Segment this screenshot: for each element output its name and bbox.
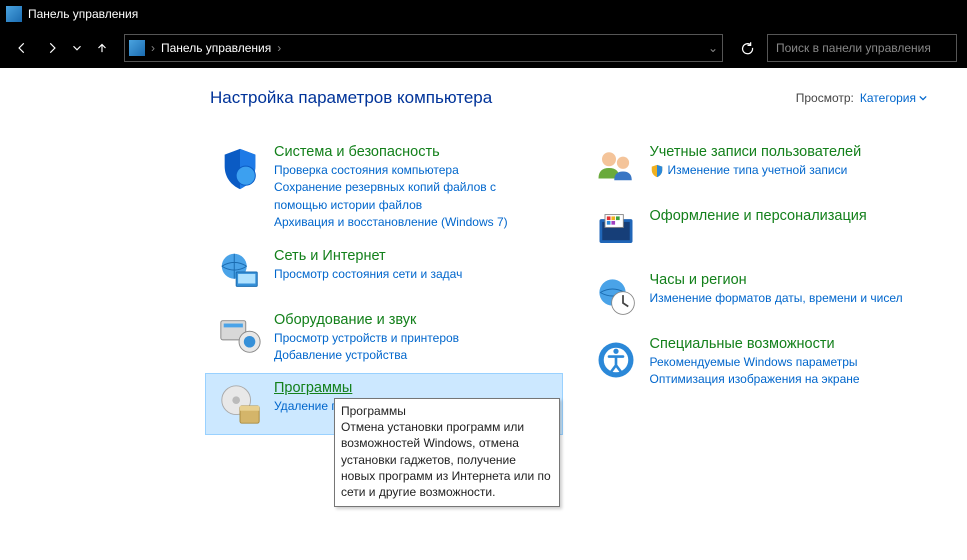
breadcrumb-root[interactable]: Панель управления — [161, 41, 271, 55]
link-file-history[interactable]: Сохранение резервных копий файлов с помо… — [274, 179, 552, 214]
search-input[interactable] — [776, 41, 948, 55]
link-devices-printers[interactable]: Просмотр устройств и принтеров — [274, 330, 552, 347]
system-security-icon — [216, 144, 264, 192]
category-title-hardware[interactable]: Оборудование и звук — [274, 312, 416, 328]
address-history-dropdown[interactable]: ⌄ — [708, 41, 718, 55]
view-by-dropdown[interactable]: Категория — [860, 91, 927, 105]
category-title-appearance[interactable]: Оформление и персонализация — [650, 208, 867, 224]
back-button[interactable] — [10, 36, 34, 60]
category-appearance[interactable]: Оформление и персонализация — [582, 202, 938, 262]
link-change-account-type[interactable]: Изменение типа учетной записи — [650, 162, 928, 179]
network-icon — [216, 248, 264, 296]
search-box[interactable] — [767, 34, 957, 62]
category-title-clock[interactable]: Часы и регион — [650, 272, 747, 288]
tooltip-programs: Программы Отмена установки программ или … — [334, 398, 560, 507]
category-accounts[interactable]: Учетные записи пользователей Изменение т… — [582, 138, 938, 198]
forward-button[interactable] — [40, 36, 64, 60]
shield-icon — [650, 164, 664, 178]
tooltip-body: Отмена установки программ или возможност… — [341, 419, 553, 500]
category-hardware[interactable]: Оборудование и звук Просмотр устройств и… — [206, 306, 562, 371]
appearance-icon — [592, 208, 640, 256]
category-clock[interactable]: Часы и регион Изменение форматов даты, в… — [582, 266, 938, 326]
navbar: › Панель управления › ⌄ — [0, 28, 967, 68]
chevron-right-icon[interactable]: › — [151, 41, 155, 55]
link-network-status[interactable]: Просмотр состояния сети и задач — [274, 266, 552, 283]
content-area: Настройка параметров компьютера Просмотр… — [0, 68, 967, 438]
category-network[interactable]: Сеть и Интернет Просмотр состояния сети … — [206, 242, 562, 302]
control-panel-icon — [6, 6, 22, 22]
titlebar: Панель управления — [0, 0, 967, 28]
link-check-status[interactable]: Проверка состояния компьютера — [274, 162, 552, 179]
category-title-network[interactable]: Сеть и Интернет — [274, 248, 386, 264]
category-title-ease[interactable]: Специальные возможности — [650, 336, 835, 352]
refresh-button[interactable] — [733, 34, 761, 62]
category-title-accounts[interactable]: Учетные записи пользователей — [650, 144, 862, 160]
hardware-sound-icon — [216, 312, 264, 360]
page-title: Настройка параметров компьютера — [210, 88, 492, 108]
up-button[interactable] — [90, 36, 114, 60]
recent-dropdown[interactable] — [70, 36, 84, 60]
chevron-right-icon[interactable]: › — [277, 41, 281, 55]
category-title-programs[interactable]: Программы — [274, 380, 352, 396]
programs-icon — [216, 380, 264, 428]
link-optimize-display[interactable]: Оптимизация изображения на экране — [650, 371, 928, 388]
category-title-system[interactable]: Система и безопасность — [274, 144, 440, 160]
window-title: Панель управления — [28, 7, 138, 21]
chevron-down-icon — [919, 94, 927, 102]
tooltip-title: Программы — [341, 403, 553, 419]
user-accounts-icon — [592, 144, 640, 192]
clock-region-icon — [592, 272, 640, 320]
link-backup-restore[interactable]: Архивация и восстановление (Windows 7) — [274, 214, 552, 231]
link-recommended[interactable]: Рекомендуемые Windows параметры — [650, 354, 928, 371]
control-panel-icon — [129, 40, 145, 56]
address-bar[interactable]: › Панель управления › ⌄ — [124, 34, 723, 62]
link-date-formats[interactable]: Изменение форматов даты, времени и чисел — [650, 290, 928, 307]
view-by: Просмотр: Категория — [796, 91, 927, 105]
category-ease[interactable]: Специальные возможности Рекомендуемые Wi… — [582, 330, 938, 395]
link-add-device[interactable]: Добавление устройства — [274, 347, 552, 364]
view-by-label: Просмотр: — [796, 91, 854, 105]
ease-of-access-icon — [592, 336, 640, 384]
category-system[interactable]: Система и безопасность Проверка состояни… — [206, 138, 562, 238]
